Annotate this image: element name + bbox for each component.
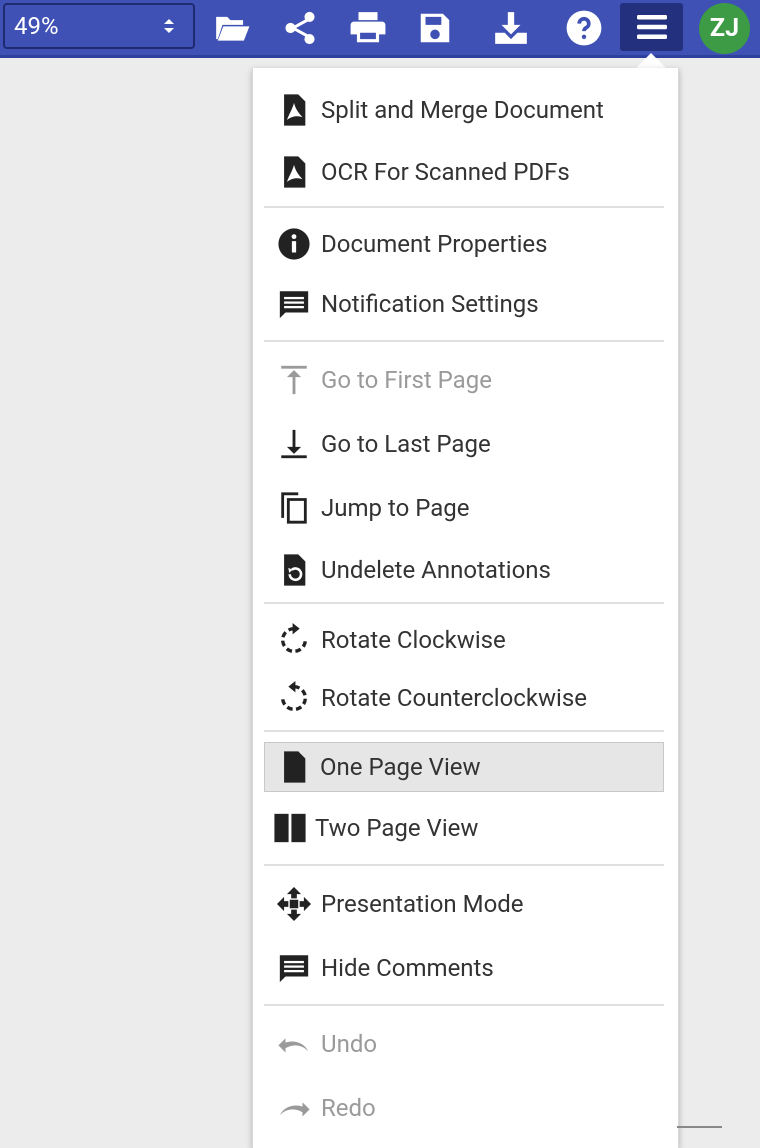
toolbar: 49% ZJ: [0, 0, 760, 58]
rotate-clockwise-icon: [276, 622, 312, 658]
menu-item-ocr[interactable]: OCR For Scanned PDFs: [264, 148, 664, 196]
help-button[interactable]: [562, 6, 606, 50]
menu-item-label: Redo: [321, 1094, 376, 1122]
rotate-counterclockwise-icon: [276, 680, 312, 716]
menu-item-undelete-annotations[interactable]: Undelete Annotations: [264, 546, 664, 594]
menu-divider: [264, 340, 664, 342]
print-button[interactable]: [346, 6, 390, 50]
two-page-icon: [272, 810, 308, 846]
menu-item-undo[interactable]: Undo: [264, 1020, 664, 1068]
info-icon: [276, 226, 312, 262]
arrow-down-bar-icon: [276, 426, 312, 462]
download-button[interactable]: [489, 6, 533, 50]
menu-item-label: Undo: [321, 1030, 378, 1058]
menu-item-label: Rotate Counterclockwise: [321, 684, 587, 712]
folder-open-icon: [216, 16, 250, 41]
move-arrows-icon: [276, 886, 312, 922]
menu-divider: [264, 1004, 664, 1006]
menu-divider: [264, 206, 664, 208]
open-folder-button[interactable]: [210, 6, 254, 50]
avatar-initials: ZJ: [709, 14, 740, 43]
download-icon: [495, 12, 527, 44]
menu-item-document-properties[interactable]: Document Properties: [264, 220, 664, 268]
menu-item-redo[interactable]: Redo: [264, 1084, 664, 1132]
menu-item-label: Undelete Annotations: [321, 556, 551, 584]
pdf-file-icon: [276, 92, 312, 128]
menu-button[interactable]: [620, 3, 683, 51]
menu-item-rotate-clockwise[interactable]: Rotate Clockwise: [264, 616, 664, 664]
arrow-up-bar-icon: [276, 362, 312, 398]
dropdown-caret: [636, 53, 666, 68]
zoom-select[interactable]: 49%: [3, 3, 195, 49]
print-icon: [350, 12, 386, 43]
menu-item-label: Document Properties: [321, 230, 548, 258]
menu-item-label: Rotate Clockwise: [321, 626, 506, 654]
undo-icon: [276, 1026, 312, 1062]
comment-icon: [276, 286, 312, 322]
share-icon: [285, 11, 315, 45]
single-page-icon: [276, 749, 312, 785]
copy-pages-icon: [276, 490, 312, 526]
share-button[interactable]: [278, 6, 322, 50]
zoom-value: 49%: [14, 12, 59, 40]
menu-item-label: Notification Settings: [321, 290, 539, 318]
menu-divider: [264, 730, 664, 732]
menu-item-label: Go to First Page: [321, 366, 492, 394]
menu-item-jump-to-page[interactable]: Jump to Page: [264, 484, 664, 532]
menu-item-label: One Page View: [320, 753, 481, 781]
menu-item-label: OCR For Scanned PDFs: [321, 158, 570, 186]
menu-divider: [264, 602, 664, 604]
save-icon: [420, 13, 450, 43]
menu-item-two-page-view[interactable]: Two Page View: [264, 804, 664, 852]
menu-item-label: Hide Comments: [321, 954, 494, 982]
menu-item-notification-settings[interactable]: Notification Settings: [264, 280, 664, 328]
redo-icon: [276, 1090, 312, 1126]
menu-divider: [264, 864, 664, 866]
menu-item-split-merge[interactable]: Split and Merge Document: [264, 86, 664, 134]
menu-item-first-page[interactable]: Go to First Page: [264, 356, 664, 404]
menu-item-label: Two Page View: [315, 814, 479, 842]
avatar[interactable]: ZJ: [699, 3, 750, 54]
menu-item-label: Split and Merge Document: [321, 96, 604, 124]
menu-item-rotate-counterclockwise[interactable]: Rotate Counterclockwise: [264, 674, 664, 722]
hamburger-icon: [636, 15, 667, 39]
file-restore-icon: [276, 552, 312, 588]
menu-item-presentation-mode[interactable]: Presentation Mode: [264, 880, 664, 928]
spinner-arrows-icon: [164, 19, 174, 33]
pdf-file-icon: [276, 154, 312, 190]
menu-item-last-page[interactable]: Go to Last Page: [264, 420, 664, 468]
comment-icon: [276, 950, 312, 986]
help-icon: [566, 10, 602, 46]
menu-item-label: Go to Last Page: [321, 430, 491, 458]
menu-item-hide-comments[interactable]: Hide Comments: [264, 944, 664, 992]
save-button[interactable]: [413, 6, 457, 50]
main-menu-dropdown: Split and Merge Document OCR For Scanned…: [252, 68, 679, 1148]
menu-item-label: Presentation Mode: [321, 890, 524, 918]
menu-item-one-page-view[interactable]: One Page View: [264, 742, 664, 792]
menu-item-label: Jump to Page: [321, 494, 470, 522]
